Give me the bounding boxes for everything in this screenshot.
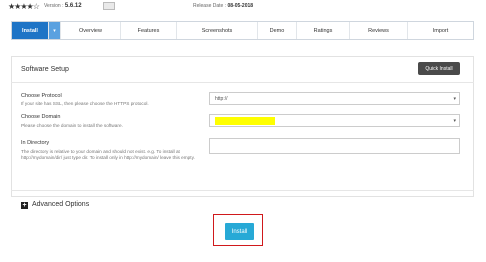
- directory-label: In Directory: [21, 140, 50, 146]
- tab-features[interactable]: Features: [121, 22, 177, 39]
- release-info: Release Date : 08-05-2018: [193, 3, 253, 9]
- version-value: 5.6.12: [64, 3, 82, 9]
- divider: [11, 82, 474, 83]
- protocol-select[interactable]: http:// ▾: [209, 92, 460, 105]
- divider: [11, 190, 474, 191]
- tab-install[interactable]: Install: [12, 22, 49, 39]
- panel-title: Software Setup: [21, 66, 69, 73]
- protocol-select-value: http://: [215, 96, 228, 102]
- tab-ratings[interactable]: Ratings: [297, 22, 350, 39]
- flag-icon: [103, 2, 115, 10]
- protocol-label: Choose Protocol: [21, 93, 62, 99]
- install-button[interactable]: Install: [225, 223, 254, 240]
- domain-hint: Please choose the domain to install the …: [21, 123, 123, 128]
- plus-icon[interactable]: +: [21, 202, 28, 209]
- release-label: Release Date :: [193, 3, 227, 9]
- advanced-options-toggle[interactable]: Advanced Options: [32, 201, 89, 208]
- version-info: Version : 5.6.12: [44, 3, 82, 9]
- tab-demo[interactable]: Demo: [258, 22, 297, 39]
- tab-screenshots[interactable]: Screenshots: [177, 22, 258, 39]
- release-value: 08-05-2018: [227, 3, 254, 9]
- version-label: Version :: [44, 3, 64, 9]
- domain-label: Choose Domain: [21, 114, 61, 120]
- tab-bar: Install ▾ Overview Features Screenshots …: [11, 21, 474, 40]
- redacted-domain: [215, 117, 275, 125]
- protocol-hint: If your site has SSL, then please choose…: [21, 101, 149, 106]
- tab-import[interactable]: Import: [408, 22, 473, 39]
- tab-overview[interactable]: Overview: [61, 22, 121, 39]
- tab-reviews[interactable]: Reviews: [350, 22, 408, 39]
- quick-install-button[interactable]: Quick Install: [418, 62, 460, 75]
- rating-stars: ★★★★☆: [8, 2, 40, 11]
- directory-hint: The directory is relative to your domain…: [21, 149, 195, 160]
- chevron-down-icon: ▾: [453, 96, 456, 102]
- chevron-down-icon: ▾: [453, 118, 456, 124]
- tab-install-dropdown[interactable]: ▾: [49, 22, 61, 39]
- directory-input[interactable]: [209, 138, 460, 154]
